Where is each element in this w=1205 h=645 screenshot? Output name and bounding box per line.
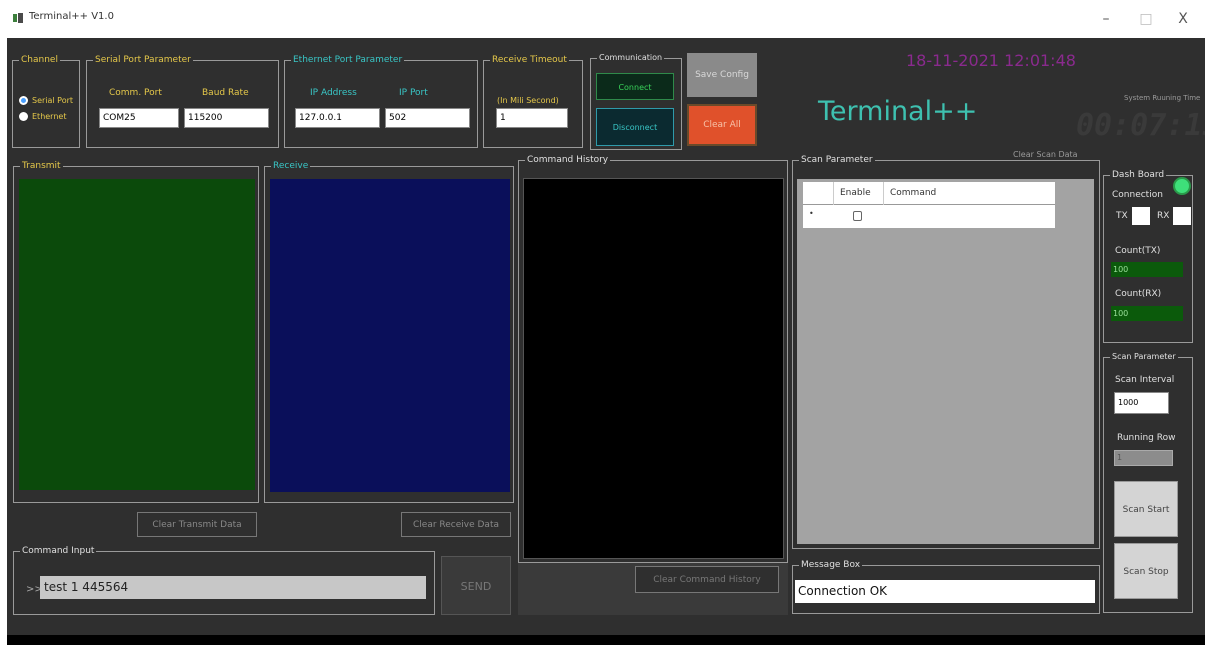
- serial-port-group-label: Serial Port Parameter: [93, 54, 193, 66]
- radio-ethernet[interactable]: [19, 112, 28, 121]
- scan-start-button[interactable]: Scan Start: [1114, 481, 1178, 537]
- ip-address-input[interactable]: 127.0.0.1: [295, 108, 380, 128]
- connection-indicator: [1173, 177, 1191, 195]
- clear-history-button[interactable]: Clear Command History: [635, 566, 779, 593]
- message-box-field: Connection OK: [795, 580, 1095, 603]
- command-history-list[interactable]: [523, 178, 784, 559]
- send-button[interactable]: SEND: [441, 556, 511, 615]
- running-row-label: Running Row: [1117, 433, 1176, 443]
- message-box-group-label: Message Box: [799, 559, 863, 571]
- transmit-group-label: Transmit: [20, 160, 63, 172]
- datetime-display: 18-11-2021 12:01:48: [906, 51, 1076, 70]
- communication-group-label: Communication: [597, 52, 665, 64]
- command-input-field[interactable]: test 1 445564: [40, 576, 426, 599]
- ethernet-port-group: Ethernet Port Parameter: [284, 54, 478, 148]
- app-icon: [13, 13, 23, 23]
- grid-header-enable: Enable: [840, 188, 871, 198]
- receive-textarea[interactable]: [270, 179, 510, 492]
- receive-timeout-group-label: Receive Timeout: [490, 54, 569, 66]
- rx-indicator: [1173, 207, 1191, 225]
- count-tx-value: 100: [1111, 262, 1183, 277]
- dashboard-group-label: Dash Board: [1110, 169, 1167, 181]
- scan-interval-input[interactable]: 1000: [1114, 392, 1169, 414]
- grid-enable-checkbox[interactable]: [853, 211, 862, 221]
- timeout-input[interactable]: 1: [496, 108, 568, 128]
- system-time-label: System Ruuning Time: [1124, 94, 1201, 102]
- close-button[interactable]: X: [1170, 6, 1196, 32]
- radio-ethernet-label: Ethernet: [32, 112, 67, 121]
- disconnect-button[interactable]: Disconnect: [596, 108, 674, 146]
- scan-grid-row[interactable]: [803, 205, 1055, 228]
- rx-label: RX: [1157, 211, 1170, 221]
- tx-indicator: [1132, 207, 1150, 225]
- count-rx-value: 100: [1111, 306, 1183, 321]
- running-row-field: 1: [1114, 450, 1173, 466]
- scan-stop-button[interactable]: Scan Stop: [1114, 543, 1178, 599]
- grid-header-command: Command: [890, 188, 937, 198]
- title-bar: [0, 0, 1205, 38]
- scan-grid[interactable]: [797, 179, 1094, 544]
- clear-receive-button[interactable]: Clear Receive Data: [401, 512, 511, 537]
- connect-button[interactable]: Connect: [596, 73, 674, 100]
- system-time-display: 00:07:15: [1076, 108, 1205, 143]
- grid-row-marker: •: [809, 209, 814, 218]
- serial-port-group: Serial Port Parameter: [86, 54, 279, 148]
- command-input-group-label: Command Input: [20, 545, 97, 557]
- comm-port-label: Comm. Port: [109, 88, 162, 98]
- ethernet-port-group-label: Ethernet Port Parameter: [291, 54, 405, 66]
- radio-serial-port-label: Serial Port: [32, 96, 74, 105]
- count-tx-label: Count(TX): [1115, 246, 1161, 256]
- ip-address-label: IP Address: [310, 88, 357, 98]
- scan-grid-group-label: Scan Parameter: [799, 154, 875, 166]
- clear-transmit-button[interactable]: Clear Transmit Data: [137, 512, 257, 537]
- tx-label: TX: [1116, 211, 1128, 221]
- count-rx-label: Count(RX): [1115, 289, 1162, 299]
- receive-group-label: Receive: [271, 160, 311, 172]
- comm-port-input[interactable]: COM25: [99, 108, 179, 128]
- command-history-group-label: Command History: [525, 154, 611, 166]
- clear-all-button[interactable]: Clear All: [687, 104, 757, 146]
- transmit-textarea[interactable]: [19, 179, 255, 490]
- window-title: Terminal++ V1.0: [29, 11, 114, 22]
- maximize-button[interactable]: □: [1133, 6, 1159, 32]
- baud-rate-input[interactable]: 115200: [184, 108, 269, 128]
- ip-port-label: IP Port: [399, 88, 428, 98]
- channel-group-label: Channel: [19, 54, 60, 66]
- baud-rate-label: Baud Rate: [202, 88, 249, 98]
- radio-serial-port[interactable]: [19, 96, 28, 105]
- app-name-label: Terminal++: [818, 96, 978, 127]
- save-config-button[interactable]: Save Config: [687, 53, 757, 97]
- minimize-button[interactable]: –: [1093, 6, 1119, 32]
- clear-scan-data-link[interactable]: Clear Scan Data: [1013, 150, 1078, 159]
- ip-port-input[interactable]: 502: [385, 108, 470, 128]
- scan-interval-label: Scan Interval: [1115, 375, 1175, 385]
- scan-params-group-label: Scan Parameter: [1110, 351, 1178, 363]
- timeout-unit-label: (In Mili Second): [497, 96, 559, 105]
- connection-label: Connection: [1112, 190, 1163, 200]
